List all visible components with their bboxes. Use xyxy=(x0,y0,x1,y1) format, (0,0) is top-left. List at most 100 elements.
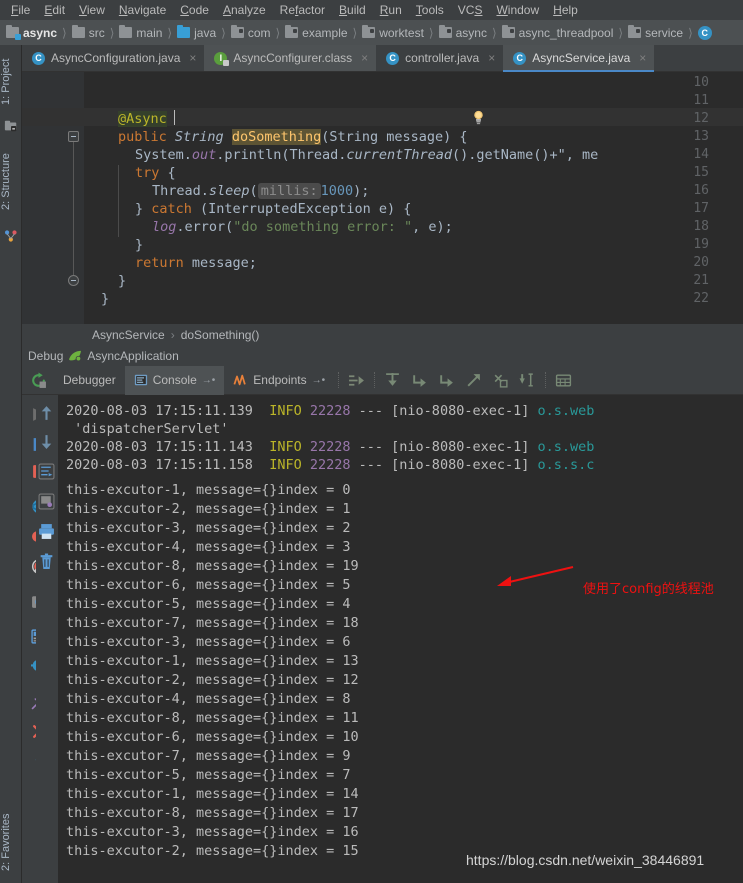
console-log-line: 2020-08-03 17:15:11.139 INFO 22228 --- [… xyxy=(66,403,594,419)
breadcrumb-method[interactable]: doSomething() xyxy=(181,328,260,342)
code-token: , e); xyxy=(412,219,453,235)
scroll-to-end-icon[interactable] xyxy=(38,493,55,510)
code-token: message; xyxy=(183,255,257,271)
clear-all-icon[interactable] xyxy=(38,553,55,570)
class-icon: C xyxy=(386,51,400,65)
executor-name: this-excutor-1 xyxy=(66,482,180,498)
close-icon[interactable]: × xyxy=(189,51,196,65)
run-to-cursor-icon[interactable] xyxy=(519,372,536,389)
console-exec-line: this-excutor-4, message={}index = 3 xyxy=(66,539,350,555)
executor-name: this-excutor-6 xyxy=(66,729,180,745)
drop-frame-icon[interactable] xyxy=(492,372,509,389)
fold-handle-method[interactable] xyxy=(68,131,79,142)
chevron-right-icon: ⟩ xyxy=(618,25,624,40)
breadcrumb-item-worktest[interactable]: worktest xyxy=(362,25,424,40)
force-step-into-icon[interactable] xyxy=(438,372,455,389)
console-exec-line: this-excutor-5, message={}index = 7 xyxy=(66,767,350,783)
log-timestamp: 2020-08-03 17:15:11.143 xyxy=(66,439,253,455)
soft-wrap-icon[interactable] xyxy=(38,463,55,480)
chevron-right-icon: ⟩ xyxy=(275,25,281,40)
breadcrumb-label: async xyxy=(455,25,487,40)
executor-name: this-excutor-8 xyxy=(66,710,180,726)
chevron-right-icon: ⟩ xyxy=(491,25,497,40)
menu-item-window[interactable]: Window xyxy=(489,2,546,18)
breadcrumb-item-example[interactable]: example xyxy=(285,25,348,40)
class-icon: C xyxy=(513,51,527,65)
debug-label: Debug xyxy=(28,349,64,363)
breadcrumb-class[interactable]: AsyncService xyxy=(92,328,165,342)
breadcrumb-item-main[interactable]: main xyxy=(119,25,162,40)
number-token: 1000 xyxy=(320,183,354,199)
executor-name: this-excutor-5 xyxy=(66,596,180,612)
tool-window-project[interactable]: 1: Project xyxy=(0,51,22,113)
scroll-down-icon[interactable] xyxy=(38,433,55,450)
breadcrumb-item-java[interactable]: java xyxy=(177,25,216,40)
code-line-17: } catch (InterruptedException e) { xyxy=(135,201,411,217)
tab-async-configuration[interactable]: C AsyncConfiguration.java × xyxy=(22,45,204,71)
print-icon[interactable] xyxy=(38,523,55,540)
menu-item-navigate[interactable]: Navigate xyxy=(112,2,173,18)
pin-indicator[interactable]: →• xyxy=(312,375,326,386)
tab-async-service[interactable]: C AsyncService.java × xyxy=(503,45,655,72)
code-editor[interactable]: 10 11 12 13 14 15 16 17 18 19 20 21 22 @… xyxy=(22,72,743,324)
toolbar-separator xyxy=(374,372,376,388)
rerun-button[interactable] xyxy=(22,372,54,389)
menu-item-run[interactable]: Run xyxy=(373,2,409,18)
tab-console[interactable]: Console →• xyxy=(124,365,225,395)
code-text-area[interactable]: @Async public String doSomething(String … xyxy=(84,72,743,324)
tool-window-structure[interactable]: 2: Structure xyxy=(0,141,22,223)
step-into-icon[interactable] xyxy=(411,372,428,389)
close-icon[interactable]: × xyxy=(639,51,646,65)
tool-window-favorites[interactable]: 2: Favorites xyxy=(0,803,22,881)
folder-package-icon xyxy=(438,25,452,38)
evaluate-expression-icon[interactable] xyxy=(555,372,572,389)
menu-item-code[interactable]: Code xyxy=(173,2,216,18)
menu-item-file[interactable]: File xyxy=(4,2,37,18)
tab-endpoints[interactable]: Endpoints →• xyxy=(224,366,334,395)
breadcrumb-item-src[interactable]: src xyxy=(71,25,105,40)
scroll-up-icon[interactable] xyxy=(38,405,55,422)
log-logger: o.s.s.c xyxy=(537,457,595,473)
spring-leaf-icon xyxy=(69,350,82,362)
class-icon: C xyxy=(32,51,45,65)
tab-label: Console xyxy=(152,373,197,387)
executor-body: , message={}index = 6 xyxy=(179,634,351,650)
menu-item-view[interactable]: View xyxy=(72,2,112,18)
menu-item-build[interactable]: Build xyxy=(332,2,373,18)
console-exec-line: this-excutor-8, message={}index = 19 xyxy=(66,558,359,574)
close-icon[interactable]: × xyxy=(361,51,368,65)
menu-item-help[interactable]: Help xyxy=(546,2,585,18)
step-out-icon[interactable] xyxy=(465,372,482,389)
log-dashes: --- xyxy=(358,403,384,419)
structure-icon xyxy=(4,230,17,242)
run-configuration-name[interactable]: AsyncApplication xyxy=(87,349,178,363)
menu-item-analyze[interactable]: Analyze xyxy=(216,2,273,18)
menu-item-refactor[interactable]: Refactor xyxy=(273,2,332,18)
log-text: 'dispatcherServlet' xyxy=(66,421,229,437)
tab-controller[interactable]: C controller.java × xyxy=(376,45,503,71)
log-timestamp: 2020-08-03 17:15:11.158 xyxy=(66,457,253,473)
breadcrumb-item-async[interactable]: async xyxy=(438,25,487,40)
breadcrumb-label: async_threadpool xyxy=(518,25,614,40)
code-line-18: log.error("do something error: ", e); xyxy=(152,219,453,235)
show-execution-point-icon[interactable] xyxy=(348,372,365,389)
menu-item-edit[interactable]: Edit xyxy=(37,2,72,18)
console-output[interactable]: 2020-08-03 17:15:11.139 INFO 22228 --- [… xyxy=(58,395,743,883)
close-icon[interactable]: × xyxy=(488,51,495,65)
tab-debugger[interactable]: Debugger xyxy=(54,366,125,395)
fold-handle-method-end[interactable] xyxy=(68,275,79,286)
console-exec-line: this-excutor-2, message={}index = 15 xyxy=(66,843,359,859)
menu-item-tools[interactable]: Tools xyxy=(409,2,451,18)
breadcrumb-item-service[interactable]: service xyxy=(628,25,683,40)
executor-body: , message={}index = 16 xyxy=(179,824,359,840)
console-exec-line: this-excutor-2, message={}index = 1 xyxy=(66,501,350,517)
pin-indicator[interactable]: →• xyxy=(202,375,216,386)
breadcrumb-item-com[interactable]: com xyxy=(230,25,270,40)
breadcrumb-item-module[interactable]: async xyxy=(6,25,57,40)
code-line-13: public String doSomething(String message… xyxy=(118,129,468,145)
tab-async-configurer[interactable]: I AsyncConfigurer.class × xyxy=(204,45,377,71)
menu-item-vcs[interactable]: VCS xyxy=(451,2,490,18)
step-over-icon[interactable] xyxy=(384,372,401,389)
breadcrumb-item-async-threadpool[interactable]: async_threadpool xyxy=(501,25,614,40)
breadcrumb-item-class[interactable]: C xyxy=(697,25,716,40)
